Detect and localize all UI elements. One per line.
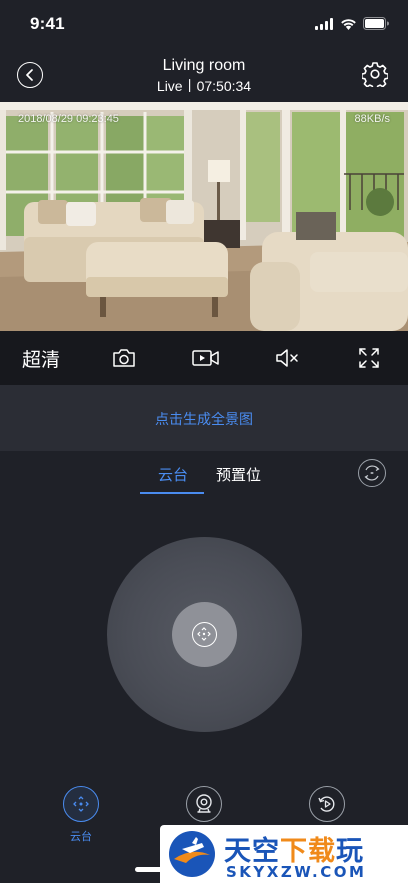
gear-icon [361,62,389,90]
skyxzw-logo [169,831,215,877]
nav-camera[interactable] [184,786,224,822]
video-feed[interactable]: 2018/08/29 09:23:45 88KB/s [0,102,408,331]
fullscreen-button[interactable] [356,346,382,370]
mute-button[interactable] [274,346,300,370]
video-control-bar: 超清 [0,331,408,385]
record-button[interactable] [191,346,221,370]
video-timestamp: 2018/08/29 09:23:45 [18,113,119,125]
speaker-mute-icon [276,349,298,367]
rotate-button[interactable] [358,459,386,487]
camera-icon [113,349,135,367]
tab-ptz[interactable]: 云台 [158,464,188,485]
page-title: Living room [162,57,246,74]
ptz-icon [63,786,99,822]
living-room-image [0,102,408,331]
quality-toggle[interactable]: 超清 [22,345,60,372]
settings-button[interactable] [361,61,389,90]
status-time: 9:41 [30,14,65,33]
title-block: Living room Live丨07:50:34 [0,56,408,96]
nav-playback[interactable] [307,786,347,822]
battery-icon [363,17,389,30]
header: Living room Live丨07:50:34 [0,48,408,102]
playback-icon [309,786,345,822]
direction-icon [192,622,217,647]
status-bar: 9:41 [0,0,408,48]
ptz-joystick[interactable] [107,537,302,732]
fullscreen-icon [359,348,379,368]
wifi-icon [341,18,356,30]
tab-bar: 云台 预置位 [0,451,408,499]
snapshot-button[interactable] [111,346,137,370]
joystick-knob[interactable] [172,602,237,667]
tab-preset[interactable]: 预置位 [216,464,261,485]
panorama-section: 点击生成全景图 [0,385,408,451]
nav-ptz-label: 云台 [70,831,92,843]
video-bitrate: 88KB/s [354,113,390,125]
status-icons [315,17,390,30]
live-status: Live丨07:50:34 [156,78,252,94]
generate-panorama-link[interactable]: 点击生成全景图 [0,409,408,429]
signal-icon [315,17,333,30]
webcam-icon [186,786,222,822]
nav-ptz[interactable]: 云台 [61,786,101,844]
watermark: 天空下载玩 SKYXZW.COM [160,825,408,883]
video-record-icon [192,350,219,366]
active-tab-indicator [140,492,204,494]
watermark-en: SKYXZW.COM [226,863,367,881]
rotate-icon [364,465,380,481]
